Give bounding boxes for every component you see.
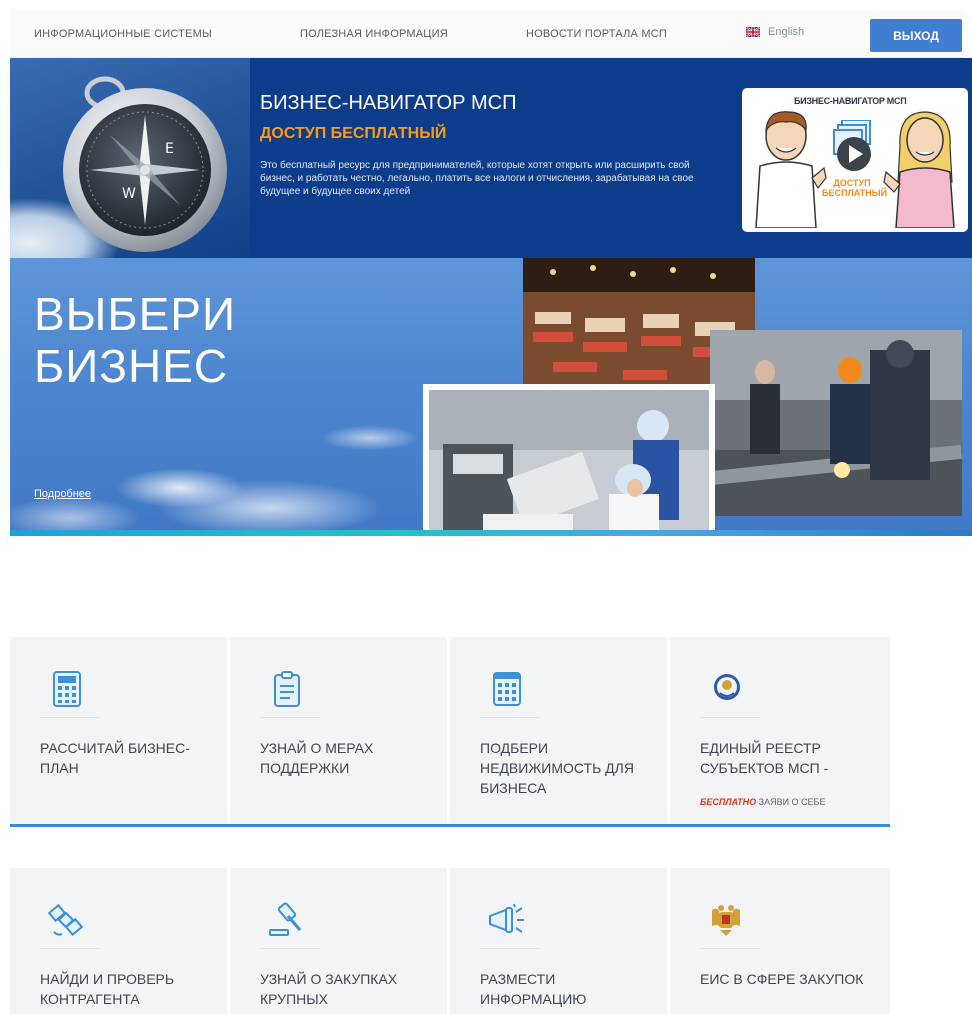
card-title: ПОДБЕРИ НЕДВИЖИМОСТЬ ДЛЯ БИЗНЕСА (480, 740, 634, 796)
language-label: English (768, 26, 805, 38)
card-business-plan[interactable]: РАССЧИТАЙ БИЗНЕС-ПЛАН (10, 637, 230, 824)
choose-business-title-line1: ВЫБЕРИ (34, 288, 237, 340)
man-character-icon (755, 111, 827, 228)
nav-item-info-systems[interactable]: ИНФОРМАЦИОННЫЕ СИСТЕМЫ (34, 28, 212, 40)
card-separator (700, 717, 760, 718)
nav-item-portal-news[interactable]: НОВОСТИ ПОРТАЛА МСП (526, 28, 667, 40)
compass-icon: E W (63, 76, 227, 252)
card-title: УЗНАЙ О ЗАКУПКАХ КРУПНЫХ (260, 971, 398, 1007)
tax-emblem-icon (714, 674, 740, 700)
navigator-description: Это бесплатный ресурс для предпринимател… (260, 160, 694, 197)
card-eis-procurement[interactable]: ЕИС В СФЕРЕ ЗАКУПОК (670, 868, 890, 1014)
card-real-estate[interactable]: ПОДБЕРИ НЕДВИЖИМОСТЬ ДЛЯ БИЗНЕСА (450, 637, 670, 824)
card-separator (40, 948, 100, 949)
card-support-measures[interactable]: УЗНАЙ О МЕРАХ ПОДДЕРЖКИ (230, 637, 450, 824)
satellite-icon (48, 903, 84, 937)
free-highlight: БЕСПЛАТНО (700, 797, 757, 807)
svg-text:E: E (165, 141, 174, 157)
business-navigator-banner[interactable]: E W БИЗНЕС-НАВИГАТОР МСП ДОСТУП БЕСПЛАТН… (10, 58, 972, 258)
navigator-title: БИЗНЕС-НАВИГАТОР МСП (260, 92, 517, 114)
registry-free-note[interactable]: БЕСПЛАТНО ЗАЯВИ О СЕБЕ (700, 797, 825, 807)
megaphone-icon (489, 903, 524, 933)
card-title: УЗНАЙ О МЕРАХ ПОДДЕРЖКИ (260, 740, 374, 776)
woman-character-icon (883, 111, 955, 228)
card-title: НАЙДИ И ПРОВЕРЬ КОНТРАГЕНТА (40, 971, 175, 1007)
card-separator (480, 948, 540, 949)
card-separator (260, 948, 320, 949)
card-check-counterparty[interactable]: НАЙДИ И ПРОВЕРЬ КОНТРАГЕНТА (10, 868, 230, 1014)
play-video-icon[interactable] (832, 120, 880, 176)
uk-flag-icon (746, 27, 760, 37)
video-caption: ДОСТУП БЕСПЛАТНЫЙ (822, 178, 888, 198)
language-switch[interactable]: English (746, 26, 804, 38)
video-title: БИЗНЕС-НАВИГАТОР МСП (794, 96, 907, 106)
more-details-link[interactable]: Подробнее (34, 488, 91, 500)
choose-business-title: ВЫБЕРИ БИЗНЕС (34, 288, 236, 392)
services-row-2: НАЙДИ И ПРОВЕРЬ КОНТРАГЕНТА УЗНАЙ О ЗАКУ… (10, 868, 890, 1014)
nav-item-useful-info[interactable]: ПОЛЕЗНАЯ ИНФОРМАЦИЯ (300, 28, 448, 40)
card-title: ЕИС В СФЕРЕ ЗАКУПОК (700, 971, 864, 987)
card-separator (260, 717, 320, 718)
card-title: ЕДИНЫЙ РЕЕСТР СУБЪЕКТОВ МСП - (700, 740, 829, 776)
gavel-icon (269, 902, 302, 936)
card-separator (700, 948, 760, 949)
card-separator (480, 717, 540, 718)
apply-text: ЗАЯВИ О СЕБЕ (758, 797, 826, 807)
calculator-icon (53, 671, 81, 707)
banner-accent-stripe (10, 530, 972, 536)
welding-workshop-photo (710, 330, 962, 516)
card-title: РАЗМЕСТИ ИНФОРМАЦИЮ (480, 971, 587, 1007)
logout-button[interactable]: ВЫХОД (870, 19, 962, 52)
card-separator (40, 717, 100, 718)
choose-business-title-line2: БИЗНЕС (34, 340, 229, 392)
coat-of-arms-icon (712, 905, 740, 936)
svg-text:W: W (122, 186, 136, 202)
card-large-purchases[interactable]: УЗНАЙ О ЗАКУПКАХ КРУПНЫХ (230, 868, 450, 1014)
card-sme-registry[interactable]: ЕДИНЫЙ РЕЕСТР СУБЪЕКТОВ МСП - БЕСПЛАТНО … (670, 637, 890, 824)
card-place-info[interactable]: РАЗМЕСТИ ИНФОРМАЦИЮ (450, 868, 670, 1014)
intro-video-card[interactable]: БИЗНЕС-НАВИГАТОР МСП ДОСТУП БЕСПЛАТНЫЙ (742, 88, 968, 232)
card-title: РАССЧИТАЙ БИЗНЕС-ПЛАН (40, 740, 190, 776)
clipboard-icon (274, 671, 300, 707)
top-navigation: ИНФОРМАЦИОННЫЕ СИСТЕМЫ ПОЛЕЗНАЯ ИНФОРМАЦ… (10, 10, 964, 58)
choose-business-banner[interactable]: ВЫБЕРИ БИЗНЕС Подробнее (10, 258, 972, 536)
navigator-subtitle: ДОСТУП БЕСПЛАТНЫЙ (260, 125, 447, 142)
services-row-1: РАССЧИТАЙ БИЗНЕС-ПЛАН УЗНАЙ О МЕРАХ ПОДД… (10, 637, 890, 827)
building-icon (493, 672, 521, 706)
laboratory-photo (423, 384, 715, 536)
